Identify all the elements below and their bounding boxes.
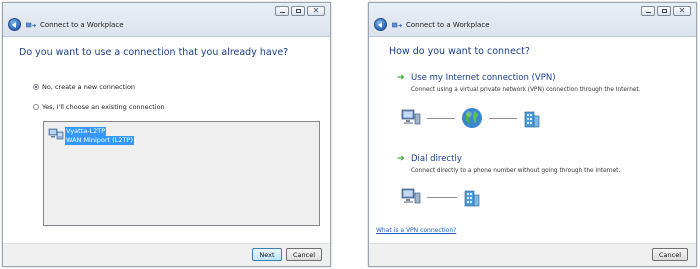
option-dial-description: Connect directly to a phone number witho… <box>411 168 621 174</box>
close-button[interactable]: ✕ <box>673 6 691 16</box>
minimize-icon <box>279 12 285 13</box>
back-arrow-icon <box>12 21 16 28</box>
close-icon: ✕ <box>312 6 320 15</box>
network-connection-icon <box>48 128 64 140</box>
connection-line <box>489 118 517 119</box>
close-button[interactable]: ✕ <box>307 6 325 16</box>
minimize-icon <box>645 12 651 13</box>
green-arrow-icon: ➔ <box>397 73 405 83</box>
window-controls: ✕ <box>275 6 325 16</box>
maximize-button[interactable] <box>291 6 305 16</box>
window-title: Connect to a Workplace <box>406 21 490 29</box>
network-icon <box>392 22 402 28</box>
connect-workplace-window-method: ✕ Connect to a Workplace How do you want… <box>368 2 697 267</box>
window-title: Connect to a Workplace <box>40 21 124 29</box>
dialog-footer: Next Cancel <box>3 243 330 266</box>
connection-name: Vyatta-L2TP <box>65 127 107 136</box>
minimize-button[interactable] <box>275 6 289 16</box>
cancel-button[interactable]: Cancel <box>652 248 688 261</box>
radio-existing-connection[interactable]: Yes, I'll choose an existing connection <box>33 103 165 111</box>
maximize-button[interactable] <box>657 6 671 16</box>
dial-diagram <box>401 186 501 208</box>
dialog-footer: Cancel <box>369 243 696 266</box>
window-frame: ✕ Connect to a Workplace <box>3 3 330 37</box>
connection-line <box>427 118 455 119</box>
radio-new-connection[interactable]: No, create a new connection <box>33 83 135 91</box>
computer-icon <box>401 188 421 204</box>
globe-icon <box>462 108 482 128</box>
window-controls: ✕ <box>641 6 691 16</box>
vpn-diagram <box>401 107 561 129</box>
vpn-help-link[interactable]: What is a VPN connection? <box>376 227 456 234</box>
building-icon <box>464 190 480 207</box>
computer-icon <box>401 109 421 125</box>
green-arrow-icon: ➔ <box>397 154 405 164</box>
page-heading: How do you want to connect? <box>389 46 530 57</box>
radio-button[interactable] <box>33 104 39 110</box>
back-arrow-icon <box>378 21 382 28</box>
page-heading: Do you want to use a connection that you… <box>19 47 289 58</box>
connect-workplace-window-existing: ✕ Connect to a Workplace Do you want to … <box>2 2 331 267</box>
window-frame: ✕ Connect to a Workplace <box>369 3 696 37</box>
option-dial-title[interactable]: Dial directly <box>411 154 462 164</box>
radio-dot <box>35 86 37 88</box>
back-button[interactable] <box>8 18 21 31</box>
option-vpn-description: Connect using a virtual private network … <box>411 87 641 93</box>
minimize-button[interactable] <box>641 6 655 16</box>
connection-list-item[interactable]: Vyatta-L2TP WAN Miniport (L2TP) <box>65 127 134 145</box>
building-icon <box>524 111 540 128</box>
option-vpn-title[interactable]: Use my Internet connection (VPN) <box>411 73 556 83</box>
radio-label: Yes, I'll choose an existing connection <box>42 103 165 111</box>
connection-line <box>427 197 457 198</box>
next-button[interactable]: Next <box>252 248 282 261</box>
close-icon: ✕ <box>678 6 686 15</box>
radio-button-selected[interactable] <box>33 84 39 90</box>
network-icon <box>26 22 36 28</box>
connection-device: WAN Miniport (L2TP) <box>65 136 134 145</box>
back-button[interactable] <box>374 18 387 31</box>
radio-label: No, create a new connection <box>42 83 136 91</box>
existing-connections-list[interactable]: Vyatta-L2TP WAN Miniport (L2TP) <box>43 121 320 226</box>
maximize-icon <box>295 9 301 13</box>
cancel-button[interactable]: Cancel <box>286 248 322 261</box>
maximize-icon <box>661 9 667 13</box>
